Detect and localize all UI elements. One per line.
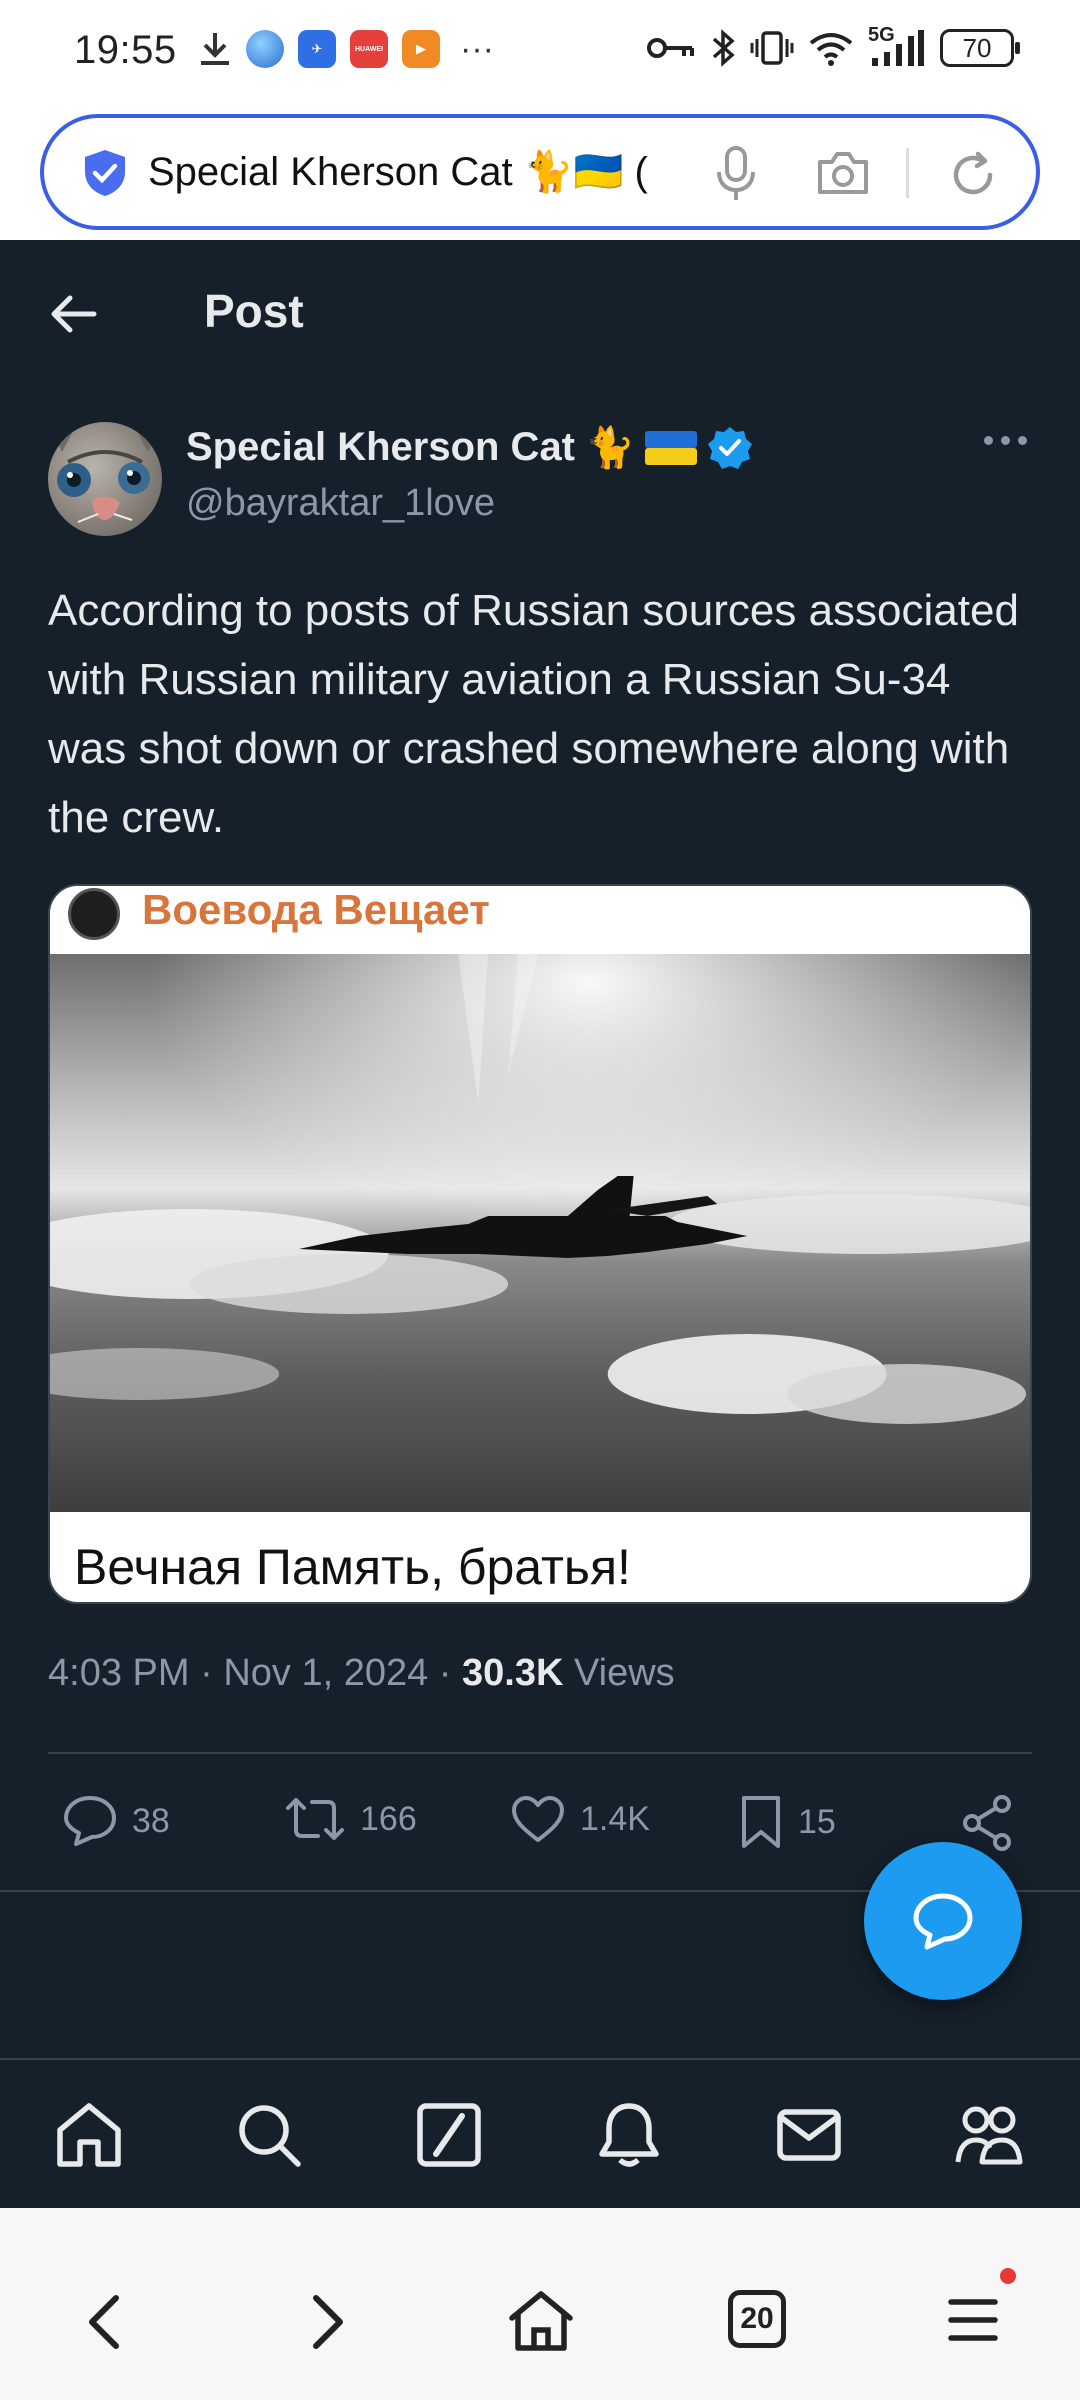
huawei-app-icon: HUAWEI <box>350 30 388 68</box>
communities-icon[interactable] <box>954 2100 1024 2170</box>
channel-logo <box>68 888 120 940</box>
signal-indicator: 5G <box>868 24 926 68</box>
reply-plus-icon <box>913 1893 973 1950</box>
tmall-app-icon: ✈ <box>298 30 336 68</box>
media-channel-header: Воевода Вещает <box>50 886 1030 954</box>
repost-icon <box>286 1798 344 1840</box>
views-count: 30.3K <box>462 1652 564 1694</box>
notification-icons: ✈ HUAWEI ▶ ··· <box>198 30 494 68</box>
tweet-meta: 4:03 PM · Nov 1, 2024 · 30.3K Views <box>48 1652 675 1695</box>
tweet-date[interactable]: Nov 1, 2024 <box>223 1652 428 1694</box>
repost-button[interactable]: 166 <box>284 1794 417 1844</box>
avatar[interactable] <box>48 422 162 536</box>
post-header: Post <box>0 240 1080 386</box>
download-icon <box>201 33 229 65</box>
cat-avatar-image <box>48 422 162 523</box>
url-separator <box>906 148 909 198</box>
browser-bottom-bar: 20 <box>0 2208 1080 2400</box>
more-notifications-icon: ··· <box>460 30 494 68</box>
like-button[interactable]: 1.4K <box>510 1794 650 1844</box>
menu-notification-dot <box>1000 2268 1016 2284</box>
browser-app-icon <box>246 30 284 68</box>
vibrate-icon <box>750 31 794 65</box>
browser-toolbar: Special Kherson Cat 🐈🇺🇦 ( <box>0 104 1080 240</box>
camera-icon[interactable] <box>816 150 870 196</box>
like-count: 1.4K <box>580 1799 650 1838</box>
more-options-icon[interactable] <box>984 436 1027 445</box>
tweet-media[interactable]: Воевода Вещает Вечная Память, братья! <box>48 884 1032 1604</box>
ukraine-flag-icon <box>644 430 697 465</box>
system-icons: 5G 70 <box>646 24 1020 68</box>
address-bar[interactable]: Special Kherson Cat 🐈🇺🇦 ( <box>40 114 1040 230</box>
reply-icon <box>64 1796 116 1846</box>
bookmark-icon <box>742 1796 780 1848</box>
reply-count: 38 <box>132 1801 170 1840</box>
meta-separator: · <box>200 1652 224 1694</box>
bluetooth-icon <box>712 29 735 67</box>
battery-level: 70 <box>962 32 992 63</box>
browser-back-icon[interactable] <box>84 2292 124 2352</box>
app-bottom-nav <box>0 2058 1080 2208</box>
search-icon[interactable] <box>234 2100 304 2170</box>
battery-indicator: 70 <box>940 29 1020 67</box>
home-icon[interactable] <box>54 2100 124 2170</box>
messages-envelope-icon[interactable] <box>774 2100 844 2170</box>
grok-icon[interactable] <box>414 2100 484 2170</box>
wifi-icon <box>809 33 853 66</box>
microphone-icon[interactable] <box>716 146 756 202</box>
share-icon <box>963 1795 1011 1851</box>
heart-icon <box>512 1796 564 1842</box>
tabs-count-button[interactable]: 20 <box>728 2290 786 2348</box>
browser-forward-icon[interactable] <box>308 2292 348 2352</box>
shield-check-icon <box>85 150 125 196</box>
media-caption: Вечная Память, братья! <box>74 1539 631 1595</box>
video-app-icon: ▶ <box>402 30 440 68</box>
page-title: Post <box>204 285 304 337</box>
bookmark-count: 15 <box>798 1802 836 1841</box>
cat-emoji: 🐈 <box>585 426 635 470</box>
jet-photo <box>50 954 1030 1512</box>
author-name-text: Special Kherson Cat <box>186 425 576 469</box>
repost-count: 166 <box>360 1799 417 1838</box>
views-label: Views <box>573 1652 675 1694</box>
back-arrow-icon[interactable] <box>48 292 98 336</box>
share-button[interactable] <box>960 1794 1014 1852</box>
compose-reply-fab[interactable] <box>864 1842 1022 2000</box>
divider <box>48 1752 1032 1754</box>
reply-button[interactable]: 38 <box>62 1794 170 1848</box>
refresh-icon[interactable] <box>948 150 998 200</box>
tweet-text: According to posts of Russian sources as… <box>48 586 1019 842</box>
browser-home-icon[interactable] <box>506 2288 576 2354</box>
author-name[interactable]: Special Kherson Cat 🐈 <box>186 424 753 471</box>
url-text[interactable]: Special Kherson Cat 🐈🇺🇦 ( <box>148 144 718 200</box>
verified-badge-icon <box>707 426 752 469</box>
signal-icon <box>872 30 924 66</box>
channel-name: Воевода Вещает <box>142 886 490 933</box>
status-time: 19:55 <box>74 28 177 72</box>
notifications-bell-icon[interactable] <box>594 2100 664 2170</box>
meta-separator: · <box>438 1652 463 1694</box>
tweet-time[interactable]: 4:03 PM <box>48 1652 190 1694</box>
browser-menu-icon[interactable] <box>948 2296 998 2344</box>
status-bar: 19:55 ✈ HUAWEI ▶ ··· 5G 70 <box>0 0 1080 104</box>
bookmark-button[interactable]: 15 <box>738 1794 836 1850</box>
key-icon <box>647 38 694 58</box>
author-handle[interactable]: @bayraktar_1love <box>186 482 495 525</box>
